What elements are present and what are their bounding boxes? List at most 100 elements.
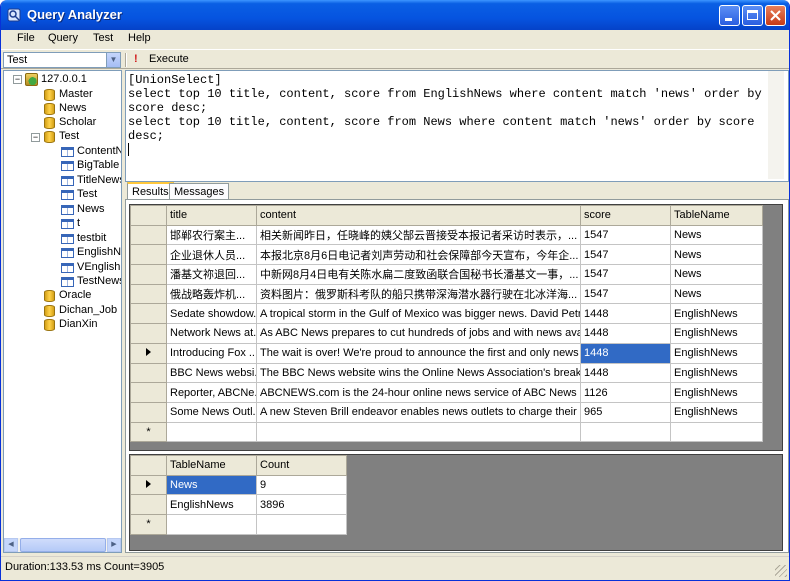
- cell-title[interactable]: Sedate showdow...: [166, 303, 257, 325]
- cell-title[interactable]: Network News at...: [166, 323, 257, 344]
- new-row-cell[interactable]: [256, 514, 347, 535]
- cell-score[interactable]: 1448: [580, 323, 671, 344]
- table-row[interactable]: 邯郸农行案主... 相关新闻昨日，任晓峰的姨父郜云晋接受本报记者采访时表示，...…: [130, 224, 763, 246]
- new-row-marker[interactable]: *: [130, 421, 167, 443]
- cell-title[interactable]: Some News Outl...: [166, 401, 257, 423]
- row-header[interactable]: [130, 342, 167, 364]
- new-row-cell[interactable]: [166, 421, 257, 443]
- row-header[interactable]: [130, 303, 167, 325]
- cell-count[interactable]: 3896: [256, 494, 347, 516]
- row-header[interactable]: [130, 382, 167, 403]
- cell-title[interactable]: 企业退休人员...: [166, 244, 257, 266]
- cell-tablename[interactable]: EnglishNews: [670, 362, 763, 384]
- cell-title[interactable]: Reporter, ABCNe...: [166, 382, 257, 403]
- cell-score[interactable]: 1547: [580, 244, 671, 266]
- new-row-cell[interactable]: [580, 421, 671, 443]
- cell-score[interactable]: 1448: [580, 342, 671, 364]
- chevron-down-icon[interactable]: ▼: [106, 53, 120, 67]
- row-header[interactable]: [130, 323, 167, 344]
- cell-tablename[interactable]: News: [670, 283, 763, 305]
- cell-content[interactable]: The BBC News website wins the Online New…: [256, 362, 581, 384]
- cell-title[interactable]: 俄战略轰炸机...: [166, 283, 257, 305]
- table-row[interactable]: Introducing Fox ... The wait is over! We'…: [130, 342, 763, 364]
- column-header-tablename[interactable]: TableName: [166, 455, 257, 476]
- table-row[interactable]: EnglishNews 3896: [130, 494, 347, 516]
- cell-score[interactable]: 1448: [580, 362, 671, 384]
- tab-results[interactable]: Results: [127, 182, 174, 200]
- cell-score[interactable]: 1547: [580, 224, 671, 246]
- cell-score[interactable]: 1126: [580, 382, 671, 403]
- new-row-marker[interactable]: *: [130, 514, 167, 535]
- cell-tablename[interactable]: EnglishNews: [670, 342, 763, 364]
- cell-tablename[interactable]: EnglishNews: [670, 303, 763, 325]
- new-row[interactable]: *: [130, 514, 347, 535]
- cell-tablename[interactable]: EnglishNews: [166, 494, 257, 516]
- menu-help[interactable]: Help: [128, 32, 151, 44]
- menu-test[interactable]: Test: [93, 32, 113, 44]
- column-header-score[interactable]: score: [580, 205, 671, 226]
- tab-messages[interactable]: Messages: [169, 183, 230, 200]
- column-header-tablename[interactable]: TableName: [670, 205, 763, 226]
- table-row[interactable]: Some News Outl... A new Steven Brill ende…: [130, 401, 763, 423]
- cell-content[interactable]: ABCNEWS.com is the 24-hour online news s…: [256, 382, 581, 403]
- resize-grip-icon[interactable]: [775, 565, 787, 577]
- cell-title[interactable]: 邯郸农行案主...: [166, 224, 257, 246]
- table-row[interactable]: 企业退休人员... 本报北京8月6日电记者刘声劳动和社会保障部今天宣布，今年企..…: [130, 244, 763, 266]
- minimize-button[interactable]: [719, 5, 740, 26]
- column-header-count[interactable]: Count: [256, 455, 347, 476]
- row-header[interactable]: [130, 362, 167, 384]
- new-row-cell[interactable]: [670, 421, 763, 443]
- cell-score[interactable]: 1547: [580, 283, 671, 305]
- tree-collapse-server[interactable]: −: [13, 75, 22, 84]
- cell-score[interactable]: 1547: [580, 264, 671, 285]
- scroll-left-icon[interactable]: ◀: [4, 538, 18, 552]
- row-header-corner[interactable]: [130, 455, 167, 476]
- cell-tablename[interactable]: News: [670, 264, 763, 285]
- new-row-cell[interactable]: [256, 421, 581, 443]
- cell-content[interactable]: 中新网8月4日电有关陈水扁二度致函联合国秘书长潘基文一事，...: [256, 264, 581, 285]
- cell-tablename[interactable]: EnglishNews: [670, 382, 763, 403]
- cell-content[interactable]: The wait is over! We're proud to announc…: [256, 342, 581, 364]
- table-row[interactable]: 俄战略轰炸机... 资料图片：俄罗斯科考队的船只携带深海潜水器行驶在北冰洋海...…: [130, 283, 763, 305]
- table-row[interactable]: Sedate showdow... A tropical storm in the…: [130, 303, 763, 325]
- cell-content[interactable]: As ABC News prepares to cut hundreds of …: [256, 323, 581, 344]
- row-header[interactable]: [130, 494, 167, 516]
- tree-collapse-test[interactable]: −: [31, 133, 40, 142]
- database-select[interactable]: Test ▼: [3, 52, 121, 68]
- new-row-cell[interactable]: [166, 514, 257, 535]
- column-header-content[interactable]: content: [256, 205, 581, 226]
- menu-query[interactable]: Query: [48, 32, 78, 44]
- execute-button[interactable]: ! Execute: [132, 52, 192, 68]
- row-header[interactable]: [130, 401, 167, 423]
- cell-title[interactable]: BBC News websi...: [166, 362, 257, 384]
- counts-grid[interactable]: TableName Count News 9 EnglishNews 3896 *: [129, 454, 783, 551]
- cell-content[interactable]: 资料图片：俄罗斯科考队的船只携带深海潜水器行驶在北冰洋海...: [256, 283, 581, 305]
- row-header-corner[interactable]: [130, 205, 167, 226]
- title-bar[interactable]: Query Analyzer: [1, 0, 789, 30]
- cell-title[interactable]: 潘基文祢退回...: [166, 264, 257, 285]
- cell-tablename[interactable]: EnglishNews: [670, 323, 763, 344]
- row-header[interactable]: [130, 283, 167, 305]
- row-header[interactable]: [130, 474, 167, 496]
- cell-tablename[interactable]: EnglishNews: [670, 401, 763, 423]
- table-row[interactable]: 潘基文祢退回... 中新网8月4日电有关陈水扁二度致函联合国秘书长潘基文一事，..…: [130, 264, 763, 285]
- column-header-title[interactable]: title: [166, 205, 257, 226]
- new-row[interactable]: *: [130, 421, 763, 443]
- scrollbar-thumb[interactable]: [20, 538, 106, 552]
- table-row[interactable]: Network News at... As ABC News prepares t…: [130, 323, 763, 344]
- row-header[interactable]: [130, 264, 167, 285]
- table-row[interactable]: BBC News websi... The BBC News website wi…: [130, 362, 763, 384]
- cell-tablename[interactable]: News: [670, 244, 763, 266]
- maximize-button[interactable]: [742, 5, 763, 26]
- cell-content[interactable]: 本报北京8月6日电记者刘声劳动和社会保障部今天宣布，今年企...: [256, 244, 581, 266]
- row-header[interactable]: [130, 224, 167, 246]
- cell-tablename[interactable]: News: [166, 474, 257, 496]
- tree-horizontal-scrollbar[interactable]: ◀ ▶: [4, 538, 121, 552]
- object-tree[interactable]: − 127.0.0.1 Master News Scholar − Test C…: [3, 70, 122, 553]
- row-header[interactable]: [130, 244, 167, 266]
- cell-tablename[interactable]: News: [670, 224, 763, 246]
- cell-title[interactable]: Introducing Fox ...: [166, 342, 257, 364]
- editor-vertical-scrollbar[interactable]: [768, 71, 784, 179]
- cell-content[interactable]: A tropical storm in the Gulf of Mexico w…: [256, 303, 581, 325]
- scroll-right-icon[interactable]: ▶: [107, 538, 121, 552]
